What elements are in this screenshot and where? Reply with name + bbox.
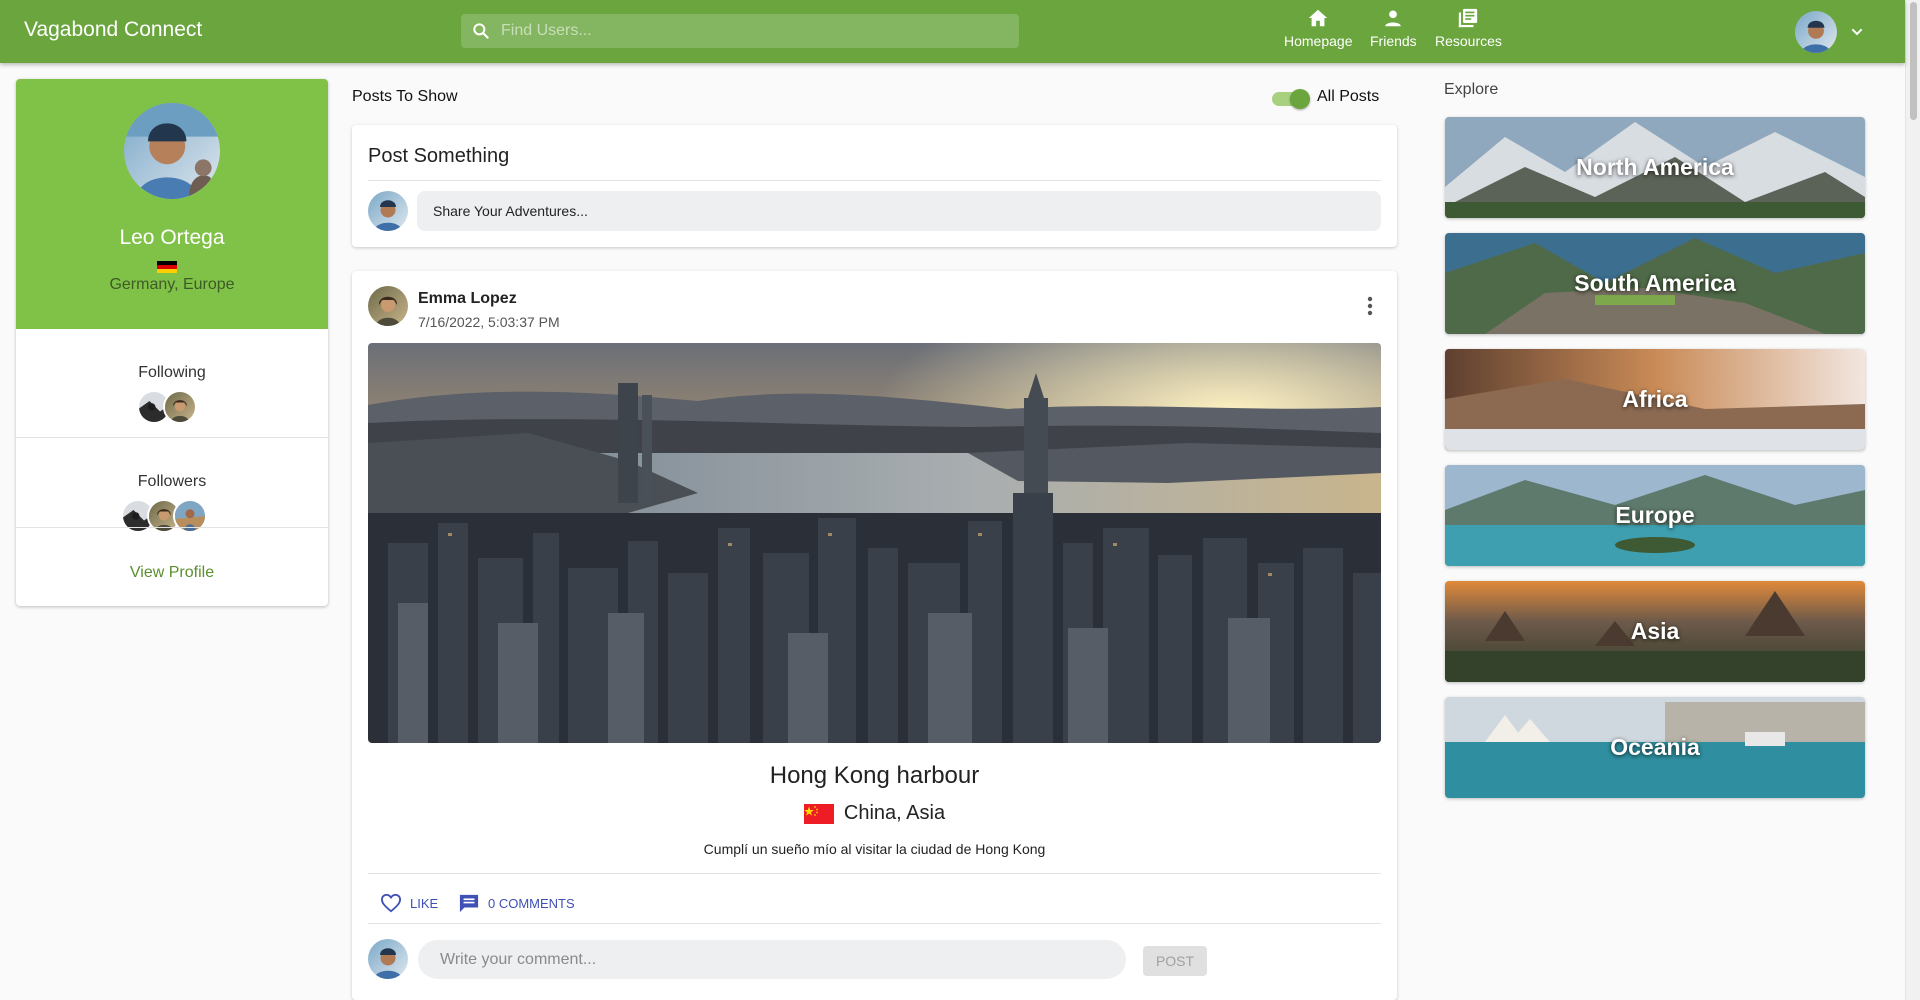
- heart-outline-icon: [380, 893, 402, 913]
- scrollbar-thumb[interactable]: [1910, 2, 1917, 120]
- commenter-avatar: [368, 939, 408, 979]
- region-card-south-america[interactable]: South America: [1445, 233, 1865, 334]
- explore-title: Explore: [1444, 81, 1499, 98]
- like-button[interactable]: LIKE: [380, 888, 438, 918]
- post-location: China, Asia: [843, 802, 946, 824]
- leo-avatar-photo: [124, 103, 220, 199]
- region-label: Oceania: [1610, 734, 1700, 760]
- post-photo[interactable]: [368, 343, 1381, 743]
- user-avatar[interactable]: [1795, 11, 1837, 53]
- post-body-text: Cumplí un sueño mío al visitar la ciudad…: [703, 841, 1046, 857]
- search-icon: [473, 23, 489, 39]
- nav-homepage-label: Homepage: [1284, 33, 1353, 49]
- composer-avatar: [368, 191, 408, 231]
- top-app-bar: Vagabond Connect Homepage Friends Resour…: [0, 0, 1905, 63]
- account-menu[interactable]: [1795, 11, 1865, 53]
- leo-avatar-photo: [368, 191, 408, 231]
- following-label: Following: [138, 364, 206, 381]
- post-options-button[interactable]: [1355, 291, 1385, 321]
- divider: [368, 923, 1381, 924]
- all-posts-toggle[interactable]: [1270, 89, 1310, 109]
- search-input[interactable]: [501, 14, 1011, 48]
- region-label: North America: [1576, 154, 1734, 180]
- all-posts-label: All Posts: [1317, 88, 1380, 105]
- search-box[interactable]: [461, 14, 1019, 48]
- profile-header: Leo Ortega Germany, Europe: [16, 79, 328, 329]
- post-comment-button[interactable]: POST: [1143, 946, 1207, 976]
- nav-homepage[interactable]: Homepage: [1284, 7, 1353, 55]
- germany-flag-icon: [157, 261, 177, 273]
- region-label: Asia: [1630, 618, 1680, 644]
- leo-avatar-photo: [1795, 11, 1837, 53]
- comments-label: 0 COMMENTS: [488, 895, 575, 911]
- region-card-africa[interactable]: Africa: [1445, 349, 1865, 450]
- view-profile-link[interactable]: View Profile: [16, 564, 328, 582]
- post-card: Emma Lopez 7/16/2022, 5:03:37 PM Hong Ko…: [352, 271, 1397, 1000]
- post-location-row: China, Asia: [352, 802, 1397, 825]
- region-card-north-america[interactable]: North America: [1445, 117, 1865, 218]
- china-flag-icon: [803, 803, 834, 824]
- hong-kong-skyline-photo: [368, 343, 1381, 743]
- divider: [16, 527, 328, 528]
- nav-resources[interactable]: Resources: [1435, 7, 1502, 55]
- profile-name: Leo Ortega: [119, 226, 225, 249]
- chevron-down-icon: [1851, 28, 1863, 36]
- following-avatars: [137, 390, 197, 424]
- page-scrollbar[interactable]: [1905, 0, 1920, 1000]
- home-icon: [1309, 9, 1328, 27]
- leo-avatar-photo: [368, 939, 408, 979]
- divider: [368, 873, 1381, 874]
- emma-avatar-photo: [368, 286, 408, 326]
- posts-to-show-label: Posts To Show: [352, 88, 458, 105]
- toggle-thumb: [1290, 89, 1310, 109]
- region-card-asia[interactable]: Asia: [1445, 581, 1865, 682]
- region-label: Europe: [1615, 502, 1695, 528]
- post-something-card: Post Something: [352, 125, 1397, 247]
- avatar-photo: [165, 392, 195, 422]
- post-author-name[interactable]: Emma Lopez: [418, 290, 517, 308]
- post-timestamp: 7/16/2022, 5:03:37 PM: [418, 314, 560, 330]
- following-avatar[interactable]: [163, 390, 197, 424]
- comment-icon: [459, 894, 479, 913]
- profile-location: Germany, Europe: [109, 276, 235, 293]
- divider: [16, 437, 328, 438]
- profile-avatar[interactable]: [124, 103, 220, 199]
- share-adventure-input[interactable]: [417, 191, 1381, 231]
- like-label: LIKE: [410, 895, 439, 911]
- post-title: Hong Kong harbour: [769, 762, 980, 789]
- nav-friends-label: Friends: [1370, 33, 1417, 49]
- nav-friends[interactable]: Friends: [1370, 7, 1417, 55]
- more-vert-icon: [1367, 296, 1373, 316]
- post-author-avatar[interactable]: [368, 286, 408, 326]
- comments-button[interactable]: 0 COMMENTS: [458, 888, 575, 918]
- region-label: South America: [1574, 270, 1736, 296]
- nav-resources-label: Resources: [1435, 33, 1502, 49]
- followers-label: Followers: [137, 473, 207, 490]
- person-icon: [1385, 10, 1402, 27]
- profile-card: Leo Ortega Germany, Europe Following Fol…: [16, 79, 328, 606]
- post-something-title: Post Something: [368, 145, 510, 167]
- comment-input[interactable]: [418, 940, 1126, 979]
- region-card-oceania[interactable]: Oceania: [1445, 697, 1865, 798]
- divider: [368, 180, 1381, 181]
- library-books-icon: [1459, 8, 1478, 28]
- app-title[interactable]: Vagabond Connect: [24, 18, 202, 42]
- region-card-europe[interactable]: Europe: [1445, 465, 1865, 566]
- region-label: Africa: [1622, 386, 1688, 412]
